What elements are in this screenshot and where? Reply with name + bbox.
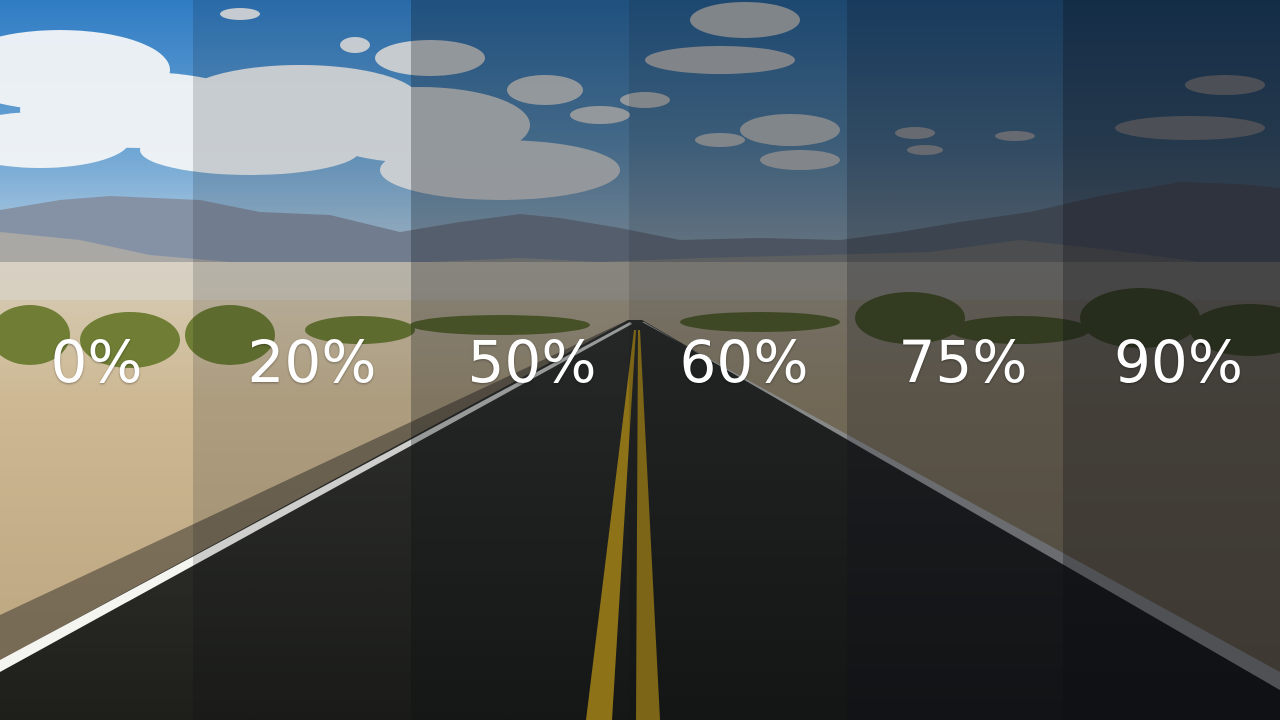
tint-label-60: 60% [679,328,809,396]
tint-label-0: 0% [50,328,143,396]
tint-label-20: 20% [247,328,377,396]
tint-label-50: 50% [467,328,597,396]
tint-comparison-photo: 0% 20% 50% 60% 75% 90% [0,0,1280,720]
tint-label-90: 90% [1114,328,1243,396]
tint-label-75: 75% [898,328,1028,396]
